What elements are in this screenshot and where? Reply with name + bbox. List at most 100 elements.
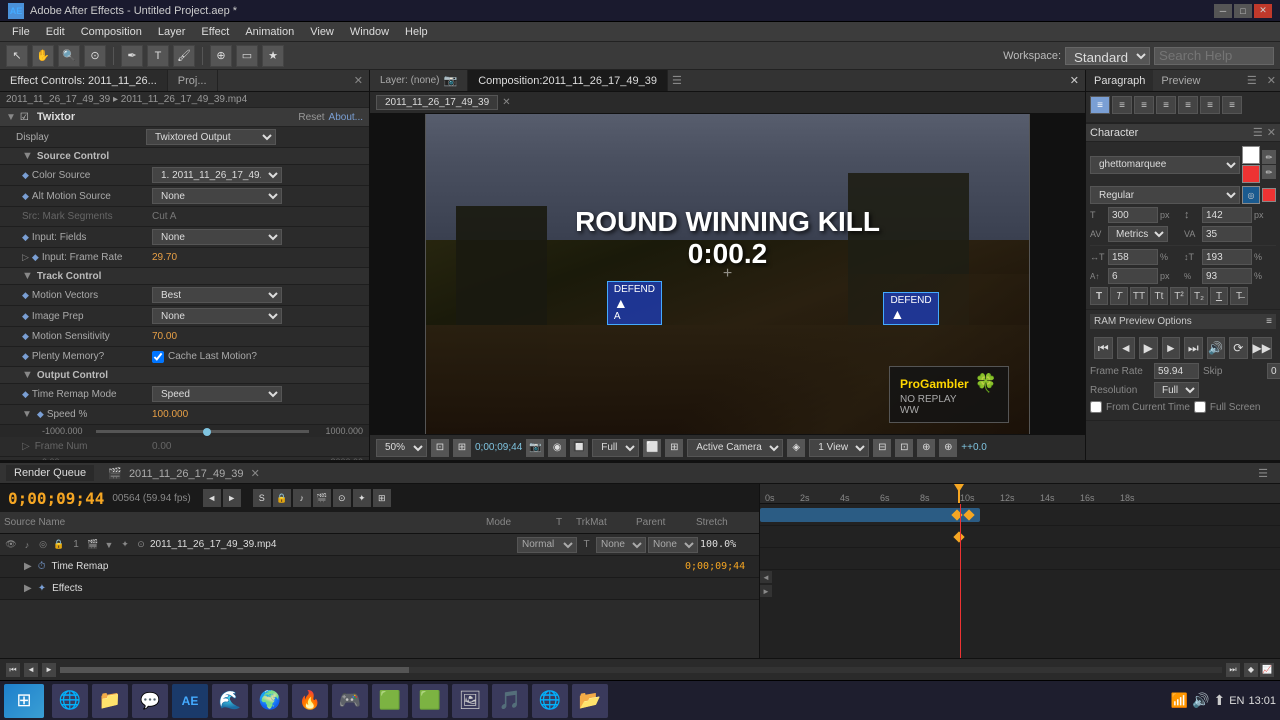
align-justify-left-btn[interactable]: ≡ — [1156, 96, 1176, 114]
tool-brush[interactable]: 🖌 — [173, 45, 195, 67]
v-scale-input[interactable] — [1202, 249, 1252, 265]
tl-solo-btn[interactable]: S — [253, 489, 271, 507]
comp-tab-close[interactable]: ✕ — [502, 97, 510, 108]
kerning-select[interactable]: Metrics — [1108, 226, 1168, 242]
prev-frame-btn[interactable]: ◄ — [1117, 337, 1136, 359]
tl-lock-btn[interactable]: 🔒 — [273, 489, 291, 507]
quality-select[interactable]: Full — [592, 439, 639, 457]
text-pen-icon[interactable]: ✏ — [1262, 150, 1276, 164]
tool-select[interactable]: ↖ — [6, 45, 28, 67]
ram-preview-menu[interactable]: ≡ — [1266, 316, 1272, 327]
motion-path-icon[interactable]: ⊕ — [917, 439, 935, 457]
baseline-input[interactable] — [1108, 268, 1158, 284]
camera-select[interactable]: Active Camera — [687, 439, 783, 457]
viewer-menu-icon[interactable]: ☰ — [672, 74, 682, 87]
volume-icon[interactable]: 🔊 — [1192, 692, 1209, 709]
underline-btn[interactable]: T — [1210, 287, 1228, 305]
3d-icon[interactable]: ⊡ — [895, 439, 913, 457]
right-panel-menu[interactable]: ☰ — [1241, 74, 1263, 87]
align-justify-all-btn[interactable]: ≡ — [1222, 96, 1242, 114]
taskbar-browser[interactable]: 🌊 — [212, 684, 248, 718]
input-frame-rate-number[interactable]: 29.70 — [152, 252, 177, 263]
alt-motion-dropdown[interactable]: None — [152, 188, 282, 204]
skip-to-start-btn[interactable]: ⏮ — [1094, 337, 1113, 359]
taskbar-ps[interactable]: 🖼 — [452, 684, 488, 718]
font-size-input[interactable] — [1108, 207, 1158, 223]
align-justify-right-btn[interactable]: ≡ — [1200, 96, 1220, 114]
speed-slider-thumb[interactable] — [203, 428, 211, 436]
tool-camera-orbit[interactable]: ⊙ — [84, 45, 106, 67]
taskbar-firefox[interactable]: 🔥 — [292, 684, 328, 718]
menu-file[interactable]: File — [4, 24, 38, 40]
taskbar-browser2[interactable]: 🌐 — [532, 684, 568, 718]
taskbar-earth[interactable]: 🌍 — [252, 684, 288, 718]
grid-icon[interactable]: ⊞ — [665, 439, 683, 457]
tool-zoom[interactable]: 🔍 — [58, 45, 80, 67]
layer-1-parent[interactable]: None — [648, 537, 698, 553]
italic-btn[interactable]: T — [1110, 287, 1128, 305]
menu-composition[interactable]: Composition — [73, 24, 150, 40]
time-remap-keyframe[interactable] — [953, 531, 964, 542]
from-current-checkbox[interactable] — [1090, 401, 1102, 413]
timeline-scroll-thumb[interactable] — [60, 667, 409, 673]
tl-effects-btn[interactable]: ✦ — [353, 489, 371, 507]
view-options-icon[interactable]: ◈ — [787, 439, 805, 457]
next-frame-btn[interactable]: ► — [1162, 337, 1181, 359]
close-btn[interactable]: ✕ — [1254, 4, 1272, 18]
skip-to-end-btn[interactable]: ⏭ — [1184, 337, 1203, 359]
loop-btn[interactable]: ⟳ — [1229, 337, 1248, 359]
stroke-pen-icon[interactable]: ✏ — [1262, 165, 1276, 179]
skip-input[interactable] — [1267, 363, 1280, 379]
layer-1-mode-select[interactable]: Normal — [517, 537, 577, 553]
time-remap-expand[interactable]: ▶ — [24, 561, 32, 572]
zoom-select[interactable]: 50% — [376, 439, 427, 457]
fit-icon[interactable]: ⊡ — [431, 439, 449, 457]
menu-window[interactable]: Window — [342, 24, 397, 40]
view-select[interactable]: 1 View — [809, 439, 869, 457]
render-queue-tab[interactable]: Render Queue — [6, 465, 94, 481]
tool-pen[interactable]: ✒ — [121, 45, 143, 67]
source-control-header[interactable]: ▼ Source Control — [0, 148, 369, 165]
align-right-btn[interactable]: ≡ — [1134, 96, 1154, 114]
menu-help[interactable]: Help — [397, 24, 436, 40]
text-color-swatch[interactable] — [1242, 146, 1260, 164]
taskbar-skype[interactable]: 💬 — [132, 684, 168, 718]
menu-effect[interactable]: Effect — [193, 24, 237, 40]
show-alpha-icon[interactable]: ◉ — [548, 439, 566, 457]
channel-icon[interactable]: ⊟ — [873, 439, 891, 457]
reset-btn[interactable]: Reset — [298, 112, 324, 123]
layer-1-lock[interactable]: 🔒 — [52, 538, 66, 552]
comp-viewer-tab[interactable]: Composition: 2011_11_26_17_49_39 — [468, 70, 668, 91]
layer-1-visibility[interactable]: 👁 — [4, 538, 18, 552]
audio-btn[interactable]: 🔊 — [1207, 337, 1226, 359]
subscript-btn[interactable]: T₂ — [1190, 287, 1208, 305]
twixtor-expand-arrow[interactable]: ▼ — [6, 112, 16, 123]
stroke-color-swatch[interactable] — [1242, 165, 1260, 183]
motion-sensitivity-number[interactable]: 70.00 — [152, 331, 177, 342]
align-center-btn[interactable]: ≡ — [1112, 96, 1132, 114]
snapshot-icon[interactable]: 📷 — [526, 439, 544, 457]
tool-text[interactable]: T — [147, 45, 169, 67]
align-justify-center-btn[interactable]: ≡ — [1178, 96, 1198, 114]
image-prep-dropdown[interactable]: None — [152, 308, 282, 324]
right-panel-close[interactable]: ✕ — [1263, 74, 1280, 87]
small-caps-btn[interactable]: Tt — [1150, 287, 1168, 305]
tracking-input[interactable] — [1202, 226, 1252, 242]
preview-tab[interactable]: Preview — [1153, 70, 1208, 91]
tl-nav-prev[interactable]: ◄ — [24, 663, 38, 677]
taskbar-ae[interactable]: AE — [172, 684, 208, 718]
h-scale-input[interactable] — [1108, 249, 1158, 265]
character-panel-menu[interactable]: ☰ — [1253, 126, 1263, 139]
tl-add-keyframe[interactable]: ◆ — [1244, 663, 1258, 677]
tool-rect[interactable]: ▭ — [236, 45, 258, 67]
tool-shape[interactable]: ★ — [262, 45, 284, 67]
track-control-header[interactable]: ▼ Track Control — [0, 268, 369, 285]
display-dropdown[interactable]: Twixtored Output — [146, 129, 276, 145]
tool-anchor[interactable]: ⊕ — [210, 45, 232, 67]
network-icon[interactable]: 📶 — [1171, 692, 1188, 709]
layer-1-expand[interactable]: ▼ — [102, 538, 116, 552]
bold-btn[interactable]: T — [1090, 287, 1108, 305]
taskbar-folder[interactable]: 📂 — [572, 684, 608, 718]
workspace-select[interactable]: Standard — [1065, 47, 1150, 65]
timeline-scrollbar[interactable] — [60, 667, 1222, 673]
